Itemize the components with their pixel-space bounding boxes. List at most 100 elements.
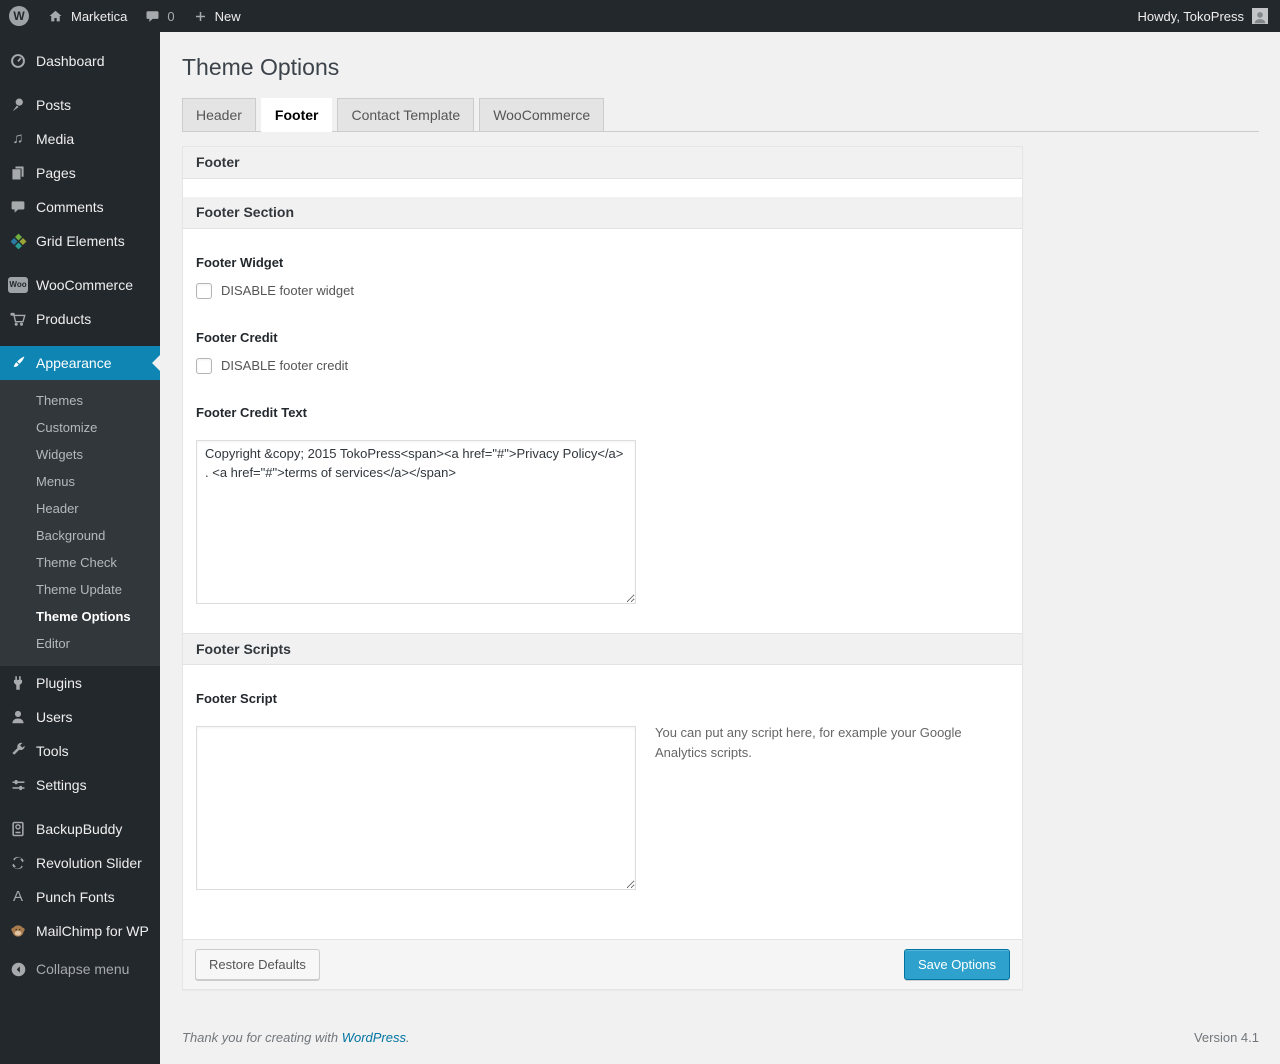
sidebar-item-woocommerce[interactable]: Woo WooCommerce <box>0 268 160 302</box>
sidebar-item-label: WooCommerce <box>36 277 133 293</box>
tab-woocommerce[interactable]: WooCommerce <box>479 97 605 132</box>
sidebar-item-media[interactable]: ♫ Media <box>0 122 160 156</box>
sidebar-item-punch-fonts[interactable]: A Punch Fonts <box>0 880 160 914</box>
footer-thanks-text: Thank you for creating with WordPress. <box>182 1030 410 1045</box>
sidebar-item-label: Products <box>36 311 92 327</box>
brush-icon <box>8 353 28 373</box>
pin-icon <box>8 95 28 115</box>
save-options-button[interactable]: Save Options <box>903 948 1010 980</box>
submenu-item-background[interactable]: Background <box>0 522 160 549</box>
plugin-icon <box>8 673 28 693</box>
sidebar-item-plugins[interactable]: Plugins <box>0 666 160 700</box>
media-icon: ♫ <box>12 130 24 147</box>
appearance-submenu: Themes Customize Widgets Menus Header Ba… <box>0 380 160 666</box>
sidebar-item-users[interactable]: Users <box>0 700 160 734</box>
sidebar-item-label: Grid Elements <box>36 233 125 249</box>
footer-widget-label: Footer Widget <box>196 254 284 270</box>
admin-footer: Thank you for creating with WordPress. V… <box>182 1030 1259 1045</box>
sidebar-item-label: Appearance <box>36 355 112 371</box>
site-name-label: Marketica <box>71 8 128 24</box>
sidebar-item-dashboard[interactable]: Dashboard <box>0 44 160 78</box>
section-header-footer-scripts: Footer Scripts <box>183 632 1022 665</box>
disable-footer-credit-option[interactable]: DISABLE footer credit <box>196 357 1009 374</box>
tab-bar: Header Footer Contact Template WooCommer… <box>182 97 1259 132</box>
comment-bubble-icon <box>145 9 160 24</box>
sidebar-item-label: Plugins <box>36 675 82 691</box>
submenu-item-editor[interactable]: Editor <box>0 630 160 657</box>
sidebar-item-posts[interactable]: Posts <box>0 88 160 122</box>
backup-drive-icon <box>8 819 28 839</box>
woocommerce-badge-icon: Woo <box>8 275 28 295</box>
submenu-item-customize[interactable]: Customize <box>0 414 160 441</box>
disable-footer-credit-checkbox[interactable] <box>196 357 212 374</box>
monkey-icon <box>8 921 28 941</box>
sidebar-item-label: Settings <box>36 777 87 793</box>
footer-section-body: Footer Widget DISABLE footer widget Foot… <box>183 228 1022 633</box>
comments-icon <box>8 197 28 217</box>
submenu-item-menus[interactable]: Menus <box>0 468 160 495</box>
sidebar-item-label: Users <box>36 709 73 725</box>
wordpress-logo-icon: W <box>9 6 29 26</box>
plus-icon <box>193 9 208 24</box>
footer-script-label: Footer Script <box>196 690 277 706</box>
comments-menu[interactable]: 0 <box>136 0 183 32</box>
pages-icon <box>8 163 28 183</box>
wrench-icon <box>8 741 28 761</box>
thanks-period: . <box>406 1029 410 1045</box>
sidebar-item-products[interactable]: Products <box>0 302 160 336</box>
main-content: Theme Options Header Footer Contact Temp… <box>160 32 1280 1064</box>
submenu-item-theme-options[interactable]: Theme Options <box>0 603 160 630</box>
footer-scripts-body: Footer Script You can put any script her… <box>183 664 1022 939</box>
sidebar-item-pages[interactable]: Pages <box>0 156 160 190</box>
version-label: Version 4.1 <box>1193 1029 1259 1045</box>
theme-options-panel: Footer Footer Section Footer Widget DISA… <box>182 145 1023 990</box>
account-menu[interactable]: Howdy, TokoPress <box>1129 0 1280 32</box>
sidebar-item-backupbuddy[interactable]: BackupBuddy <box>0 812 160 846</box>
sidebar-item-label: Tools <box>36 743 69 759</box>
wordpress-link[interactable]: WordPress <box>342 1030 406 1045</box>
footer-credit-text-label: Footer Credit Text <box>196 404 307 420</box>
sidebar-item-label: Comments <box>36 199 104 215</box>
admin-sidebar: Dashboard Posts ♫ Media Pages Comments G… <box>0 32 160 1064</box>
submenu-item-theme-check[interactable]: Theme Check <box>0 549 160 576</box>
sidebar-item-mailchimp[interactable]: MailChimp for WP <box>0 914 160 948</box>
sidebar-item-appearance[interactable]: Appearance <box>0 346 160 380</box>
avatar <box>1252 8 1268 24</box>
sliders-icon <box>8 775 28 795</box>
footer-script-textarea[interactable] <box>196 725 636 890</box>
disable-footer-widget-checkbox[interactable] <box>196 282 212 299</box>
disable-footer-widget-option[interactable]: DISABLE footer widget <box>196 282 1009 299</box>
new-content-menu[interactable]: New <box>184 0 250 32</box>
sidebar-item-label: Revolution Slider <box>36 855 142 871</box>
wordpress-logo-menu[interactable]: W <box>0 0 38 32</box>
section-header-footer-section: Footer Section <box>183 196 1022 229</box>
site-name-menu[interactable]: Marketica <box>38 0 136 32</box>
page-title: Theme Options <box>182 54 340 80</box>
footer-script-help-text: You can put any script here, for example… <box>655 724 962 761</box>
tab-footer[interactable]: Footer <box>260 97 333 132</box>
checkbox-label: DISABLE footer widget <box>221 283 354 299</box>
sidebar-item-label: Punch Fonts <box>36 889 115 905</box>
tab-header[interactable]: Header <box>182 97 256 132</box>
sidebar-item-settings[interactable]: Settings <box>0 768 160 802</box>
submenu-item-themes[interactable]: Themes <box>0 387 160 414</box>
tab-contact-template[interactable]: Contact Template <box>337 97 475 132</box>
dashboard-icon <box>8 51 28 71</box>
restore-defaults-button[interactable]: Restore Defaults <box>195 948 320 980</box>
sidebar-item-collapse-menu[interactable]: Collapse menu <box>0 952 160 986</box>
panel-spacer <box>183 178 1022 197</box>
cart-icon <box>8 309 28 329</box>
collapse-arrow-icon <box>8 959 28 979</box>
submenu-item-widgets[interactable]: Widgets <box>0 441 160 468</box>
sidebar-item-grid-elements[interactable]: Grid Elements <box>0 224 160 258</box>
submenu-item-theme-update[interactable]: Theme Update <box>0 576 160 603</box>
panel-action-bar: Restore Defaults Save Options <box>183 938 1022 989</box>
footer-credit-text-textarea[interactable]: Copyright &copy; 2015 TokoPress<span><a … <box>196 439 636 604</box>
home-icon <box>47 8 64 25</box>
sidebar-item-tools[interactable]: Tools <box>0 734 160 768</box>
sidebar-item-revolution-slider[interactable]: Revolution Slider <box>0 846 160 880</box>
sidebar-item-label: Collapse menu <box>36 961 130 977</box>
panel-header-footer: Footer <box>183 146 1022 179</box>
submenu-item-header[interactable]: Header <box>0 495 160 522</box>
sidebar-item-comments[interactable]: Comments <box>0 190 160 224</box>
